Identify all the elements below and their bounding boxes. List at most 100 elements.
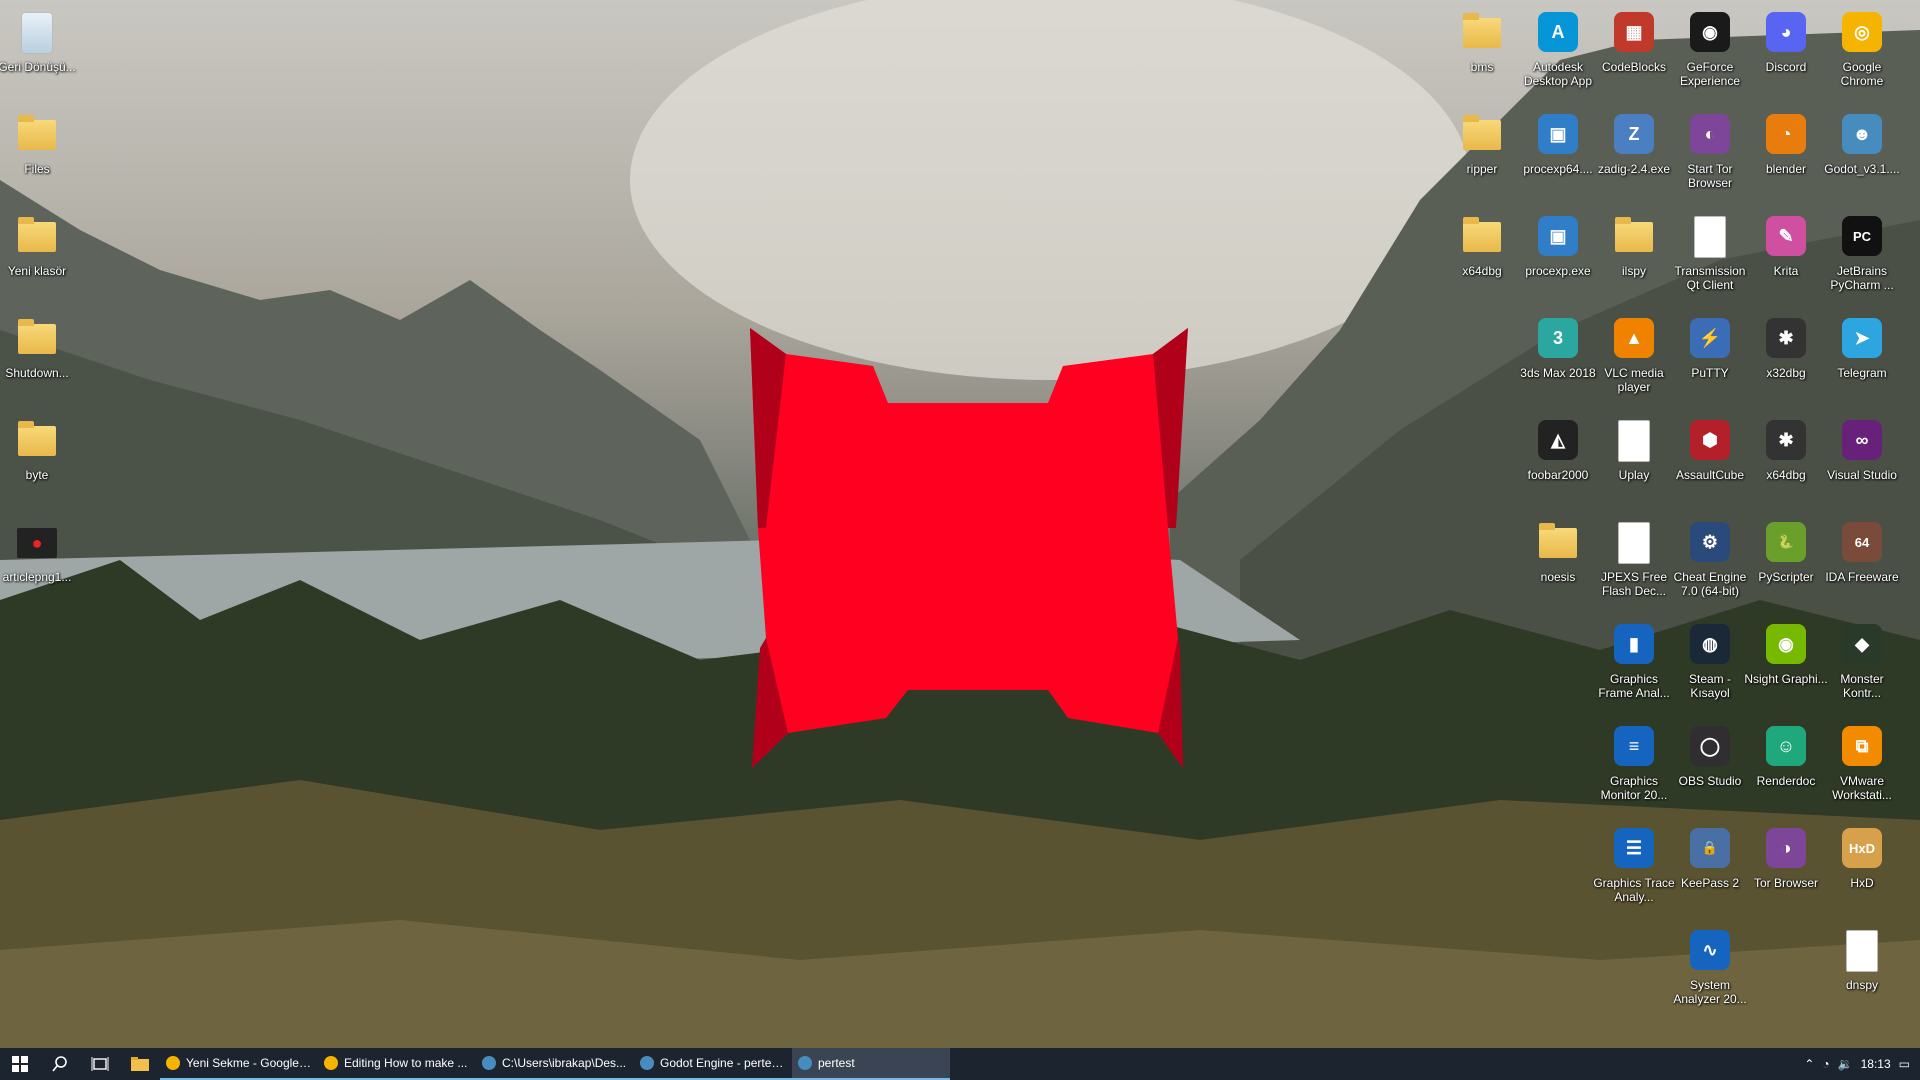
taskbar-task[interactable]: Editing How to make ... bbox=[318, 1048, 476, 1080]
task-view-button[interactable] bbox=[80, 1048, 120, 1080]
taskbar-task-label: C:\Users\ibrakap\Des... bbox=[502, 1056, 627, 1070]
desktop-icon-start-tor-browser[interactable]: ◐ Start Tor Browser bbox=[1668, 106, 1752, 206]
folder-icon bbox=[14, 112, 60, 158]
desktop-icon-system-analyzer-20[interactable]: ∿ System Analyzer 20... bbox=[1668, 922, 1752, 1022]
desktop-icon-x32dbg[interactable]: ✱ x32dbg bbox=[1744, 310, 1828, 410]
file-explorer-button[interactable] bbox=[120, 1048, 160, 1080]
desktop-icon-jpexs-free-flash-dec[interactable]: JPEXS Free Flash Dec... bbox=[1592, 514, 1676, 614]
task-view-icon bbox=[91, 1057, 109, 1071]
desktop-icon-yeni-klas-r[interactable]: Yeni klasör bbox=[0, 208, 79, 308]
folder-icon bbox=[14, 316, 60, 362]
desktop-icon-label: JetBrains PyCharm ... bbox=[1830, 264, 1894, 292]
start-button[interactable] bbox=[0, 1048, 40, 1080]
monster-icon: ◆ bbox=[1839, 622, 1885, 668]
desktop-icon-3ds-max-2018[interactable]: 3 3ds Max 2018 bbox=[1516, 310, 1600, 410]
desktop-icon-label: Google Chrome bbox=[1840, 60, 1884, 88]
hxd-icon: HxD bbox=[1839, 826, 1885, 872]
desktop-icon-graphics-monitor-20[interactable]: ≡ Graphics Monitor 20... bbox=[1592, 718, 1676, 818]
network-icon[interactable]: ◔ bbox=[1822, 1057, 1829, 1071]
desktop-icon-jetbrains-pycharm[interactable]: PC JetBrains PyCharm ... bbox=[1820, 208, 1904, 308]
desktop-icon-transmission-qt-client[interactable]: Transmission Qt Client bbox=[1668, 208, 1752, 308]
graphics-trace-icon: ☰ bbox=[1611, 826, 1657, 872]
desktop-icon-label: HxD bbox=[1850, 876, 1874, 890]
desktop-icon-hxd[interactable]: HxD HxD bbox=[1820, 820, 1904, 920]
volume-icon[interactable]: 🔉 bbox=[1838, 1057, 1853, 1071]
desktop-icon-tor-browser[interactable]: ◑ Tor Browser bbox=[1744, 820, 1828, 920]
desktop-icon-ida-freeware[interactable]: 64 IDA Freeware bbox=[1820, 514, 1904, 614]
desktop-icon-label: byte bbox=[25, 468, 49, 482]
bug-icon: ✱ bbox=[1763, 418, 1809, 464]
desktop-icon-procexp64[interactable]: ▣ procexp64.... bbox=[1516, 106, 1600, 206]
desktop-icon-telegram[interactable]: ➤ Telegram bbox=[1820, 310, 1904, 410]
search-button[interactable] bbox=[40, 1048, 80, 1080]
pyscripter-icon: 🐍 bbox=[1763, 520, 1809, 566]
store-button[interactable] bbox=[950, 1048, 990, 1080]
desktop-icon-nsight-graphi[interactable]: ◉ Nsight Graphi... bbox=[1744, 616, 1828, 716]
desktop-icon-blender[interactable]: ◔ blender bbox=[1744, 106, 1828, 206]
desktop-icon-vlc-media-player[interactable]: ▲ VLC media player bbox=[1592, 310, 1676, 410]
desktop-icon-krita[interactable]: ✎ Krita bbox=[1744, 208, 1828, 308]
chrome-icon bbox=[324, 1056, 338, 1070]
clock[interactable]: 18:13 bbox=[1861, 1057, 1891, 1071]
tray-chevron-up-icon[interactable]: ⌃ bbox=[1804, 1057, 1814, 1071]
desktop-icon-codeblocks[interactable]: ▦ CodeBlocks bbox=[1592, 4, 1676, 104]
desktop-icon-ripper[interactable]: ripper bbox=[1440, 106, 1524, 206]
krita-icon: ✎ bbox=[1763, 214, 1809, 260]
desktop-icon-ilspy[interactable]: ilspy bbox=[1592, 208, 1676, 308]
taskbar-task[interactable]: Godot Engine - pertes... bbox=[634, 1048, 792, 1080]
desktop-icon-geri-d-n[interactable]: Geri Dönüşü... bbox=[0, 4, 79, 104]
desktop-icon-putty[interactable]: ⚡ PuTTY bbox=[1668, 310, 1752, 410]
pertest-game-window[interactable] bbox=[748, 328, 1190, 772]
desktop-icon-assaultcube[interactable]: ⬢ AssaultCube bbox=[1668, 412, 1752, 512]
desktop-icon-vmware-workstati[interactable]: ⧉ VMware Workstati... bbox=[1820, 718, 1904, 818]
godot-icon: ☻ bbox=[1839, 112, 1885, 158]
desktop-icon-renderdoc[interactable]: ☺ Renderdoc bbox=[1744, 718, 1828, 818]
desktop-icon-bms[interactable]: bms bbox=[1440, 4, 1524, 104]
desktop-icon-monster-kontr[interactable]: ◆ Monster Kontr... bbox=[1820, 616, 1904, 716]
desktop-icon-x64dbg[interactable]: x64dbg bbox=[1440, 208, 1524, 308]
folder-icon bbox=[14, 214, 60, 260]
desktop-icon-foobar2000[interactable]: ◭ foobar2000 bbox=[1516, 412, 1600, 512]
desktop-icon-obs-studio[interactable]: ◯ OBS Studio bbox=[1668, 718, 1752, 818]
desktop-icon-x64dbg[interactable]: ✱ x64dbg bbox=[1744, 412, 1828, 512]
desktop-icon-google-chrome[interactable]: ◎ Google Chrome bbox=[1820, 4, 1904, 104]
desktop-icon-visual-studio[interactable]: ∞ Visual Studio bbox=[1820, 412, 1904, 512]
desktop-icon-discord[interactable]: ◕ Discord bbox=[1744, 4, 1828, 104]
desktop-icon-label: ilspy bbox=[1621, 264, 1646, 278]
desktop-icon-articlepng1[interactable]: ● articlepng1... bbox=[0, 514, 79, 614]
action-center-icon[interactable]: ▭ bbox=[1899, 1057, 1910, 1071]
desktop-icon-dnspy[interactable]: dnspy bbox=[1820, 922, 1904, 1022]
desktop-icon-geforce-experience[interactable]: ◉ GeForce Experience bbox=[1668, 4, 1752, 104]
folder-icon bbox=[1459, 112, 1505, 158]
desktop-icon-steam-k-sayol[interactable]: ◍ Steam - Kısayol bbox=[1668, 616, 1752, 716]
desktop-icon-keepass-2[interactable]: 🔒 KeePass 2 bbox=[1668, 820, 1752, 920]
desktop-icon-label: Telegram bbox=[1837, 366, 1887, 380]
desktop-icon-byte[interactable]: byte bbox=[0, 412, 79, 512]
procexp-icon: ▣ bbox=[1535, 214, 1581, 260]
desktop-icon-graphics-frame-anal[interactable]: ▮ Graphics Frame Anal... bbox=[1592, 616, 1676, 716]
desktop-icon-label: GeForce Experience bbox=[1679, 60, 1741, 88]
taskbar-task[interactable]: C:\Users\ibrakap\Des... bbox=[476, 1048, 634, 1080]
folder-icon bbox=[1459, 214, 1505, 260]
desktop-icon-uplay[interactable]: Uplay bbox=[1592, 412, 1676, 512]
desktop-icon-cheat-engine-7-0-64-bit[interactable]: ⚙ Cheat Engine 7.0 (64-bit) bbox=[1668, 514, 1752, 614]
bug-icon: ✱ bbox=[1763, 316, 1809, 362]
autodesk-icon: A bbox=[1535, 10, 1581, 56]
desktop-icon-shutdown[interactable]: Shutdown... bbox=[0, 310, 79, 410]
console-icon bbox=[482, 1056, 496, 1070]
desktop-icon-procexp-exe[interactable]: ▣ procexp.exe bbox=[1516, 208, 1600, 308]
desktop-icon-files[interactable]: Files bbox=[0, 106, 79, 206]
taskbar-task[interactable]: pertest bbox=[792, 1048, 950, 1080]
desktop-icon-godot-v3-1[interactable]: ☻ Godot_v3.1.... bbox=[1820, 106, 1904, 206]
nsight-icon: ◉ bbox=[1763, 622, 1809, 668]
desktop-icon-autodesk-desktop-app[interactable]: A Autodesk Desktop App bbox=[1516, 4, 1600, 104]
graphics-monitor-icon: ≡ bbox=[1611, 724, 1657, 770]
desktop-icon-noesis[interactable]: noesis bbox=[1516, 514, 1600, 614]
desktop-icon-zadig-2-4-exe[interactable]: Zzadig-2.4.exe bbox=[1592, 106, 1676, 206]
system-tray: ⌃ ◔ 🔉 18:13 ▭ bbox=[1804, 1057, 1920, 1071]
desktop[interactable]: Geri Dönüşü... Files Yeni klasör Shutdown..… bbox=[0, 0, 1920, 1048]
desktop-icon-label: x64dbg bbox=[1766, 468, 1806, 482]
desktop-icon-pyscripter[interactable]: 🐍 PyScripter bbox=[1744, 514, 1828, 614]
desktop-icon-graphics-trace-analy[interactable]: ☰ Graphics Trace Analy... bbox=[1592, 820, 1676, 920]
taskbar-task[interactable]: Yeni Sekme - Google ... bbox=[160, 1048, 318, 1080]
